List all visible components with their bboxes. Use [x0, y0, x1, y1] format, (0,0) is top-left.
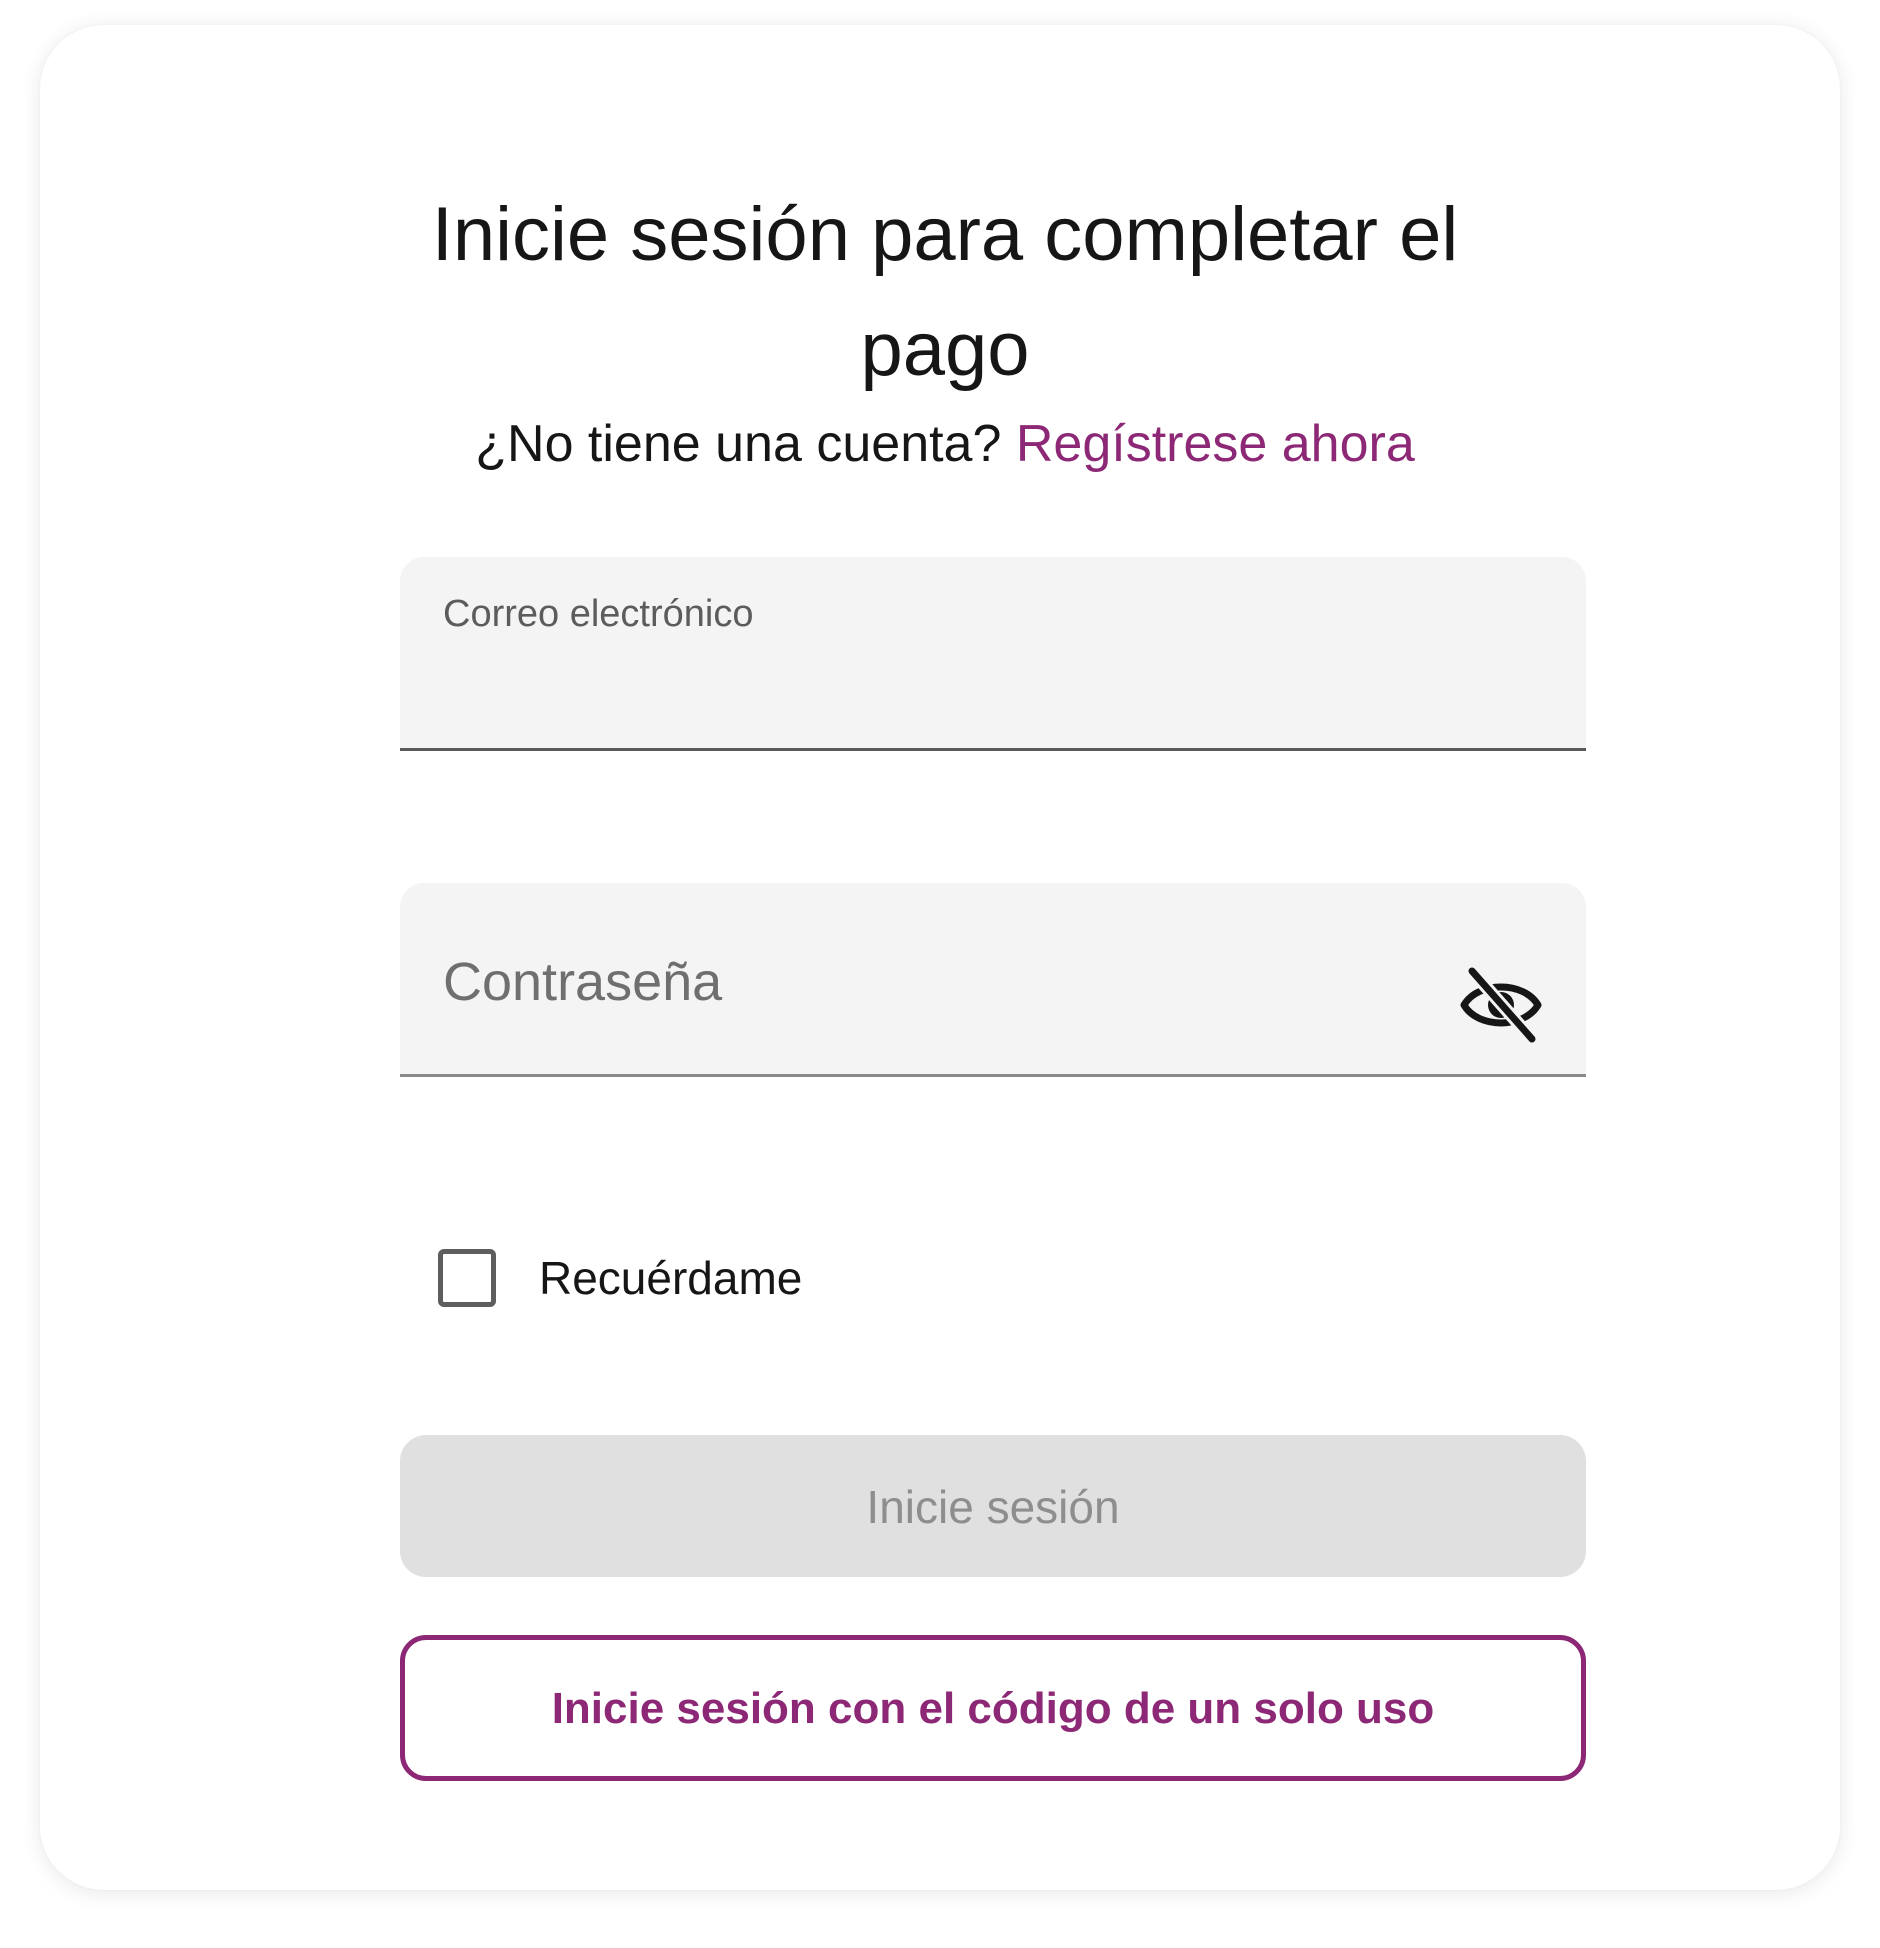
register-now-link[interactable]: Regístrese ahora: [1016, 415, 1415, 473]
password-field[interactable]: Contraseña: [400, 883, 1586, 1077]
remember-me-label: Recuérdame: [539, 1252, 803, 1304]
one-time-code-button[interactable]: Inicie sesión con el código de un solo u…: [400, 1635, 1586, 1781]
email-input[interactable]: [440, 664, 1444, 730]
email-field[interactable]: Correo electrónico: [400, 557, 1586, 751]
signup-prompt-text: ¿No tiene una cuenta?: [475, 415, 1002, 473]
page-title: Inicie sesión para completar el pago: [431, 192, 1459, 392]
login-card: Inicie sesión para completar el pago ¿No…: [40, 25, 1840, 1890]
password-input[interactable]: [440, 990, 1444, 1056]
sign-in-button[interactable]: Inicie sesión: [400, 1435, 1586, 1577]
checkbox-box[interactable]: [438, 1249, 496, 1307]
signup-prompt: ¿No tiene una cuenta? Regístrese ahora: [340, 412, 1550, 476]
email-label: Correo electrónico: [443, 593, 754, 635]
remember-me-checkbox[interactable]: Recuérdame: [438, 1245, 802, 1311]
eye-slash-icon[interactable]: [1460, 964, 1542, 1046]
